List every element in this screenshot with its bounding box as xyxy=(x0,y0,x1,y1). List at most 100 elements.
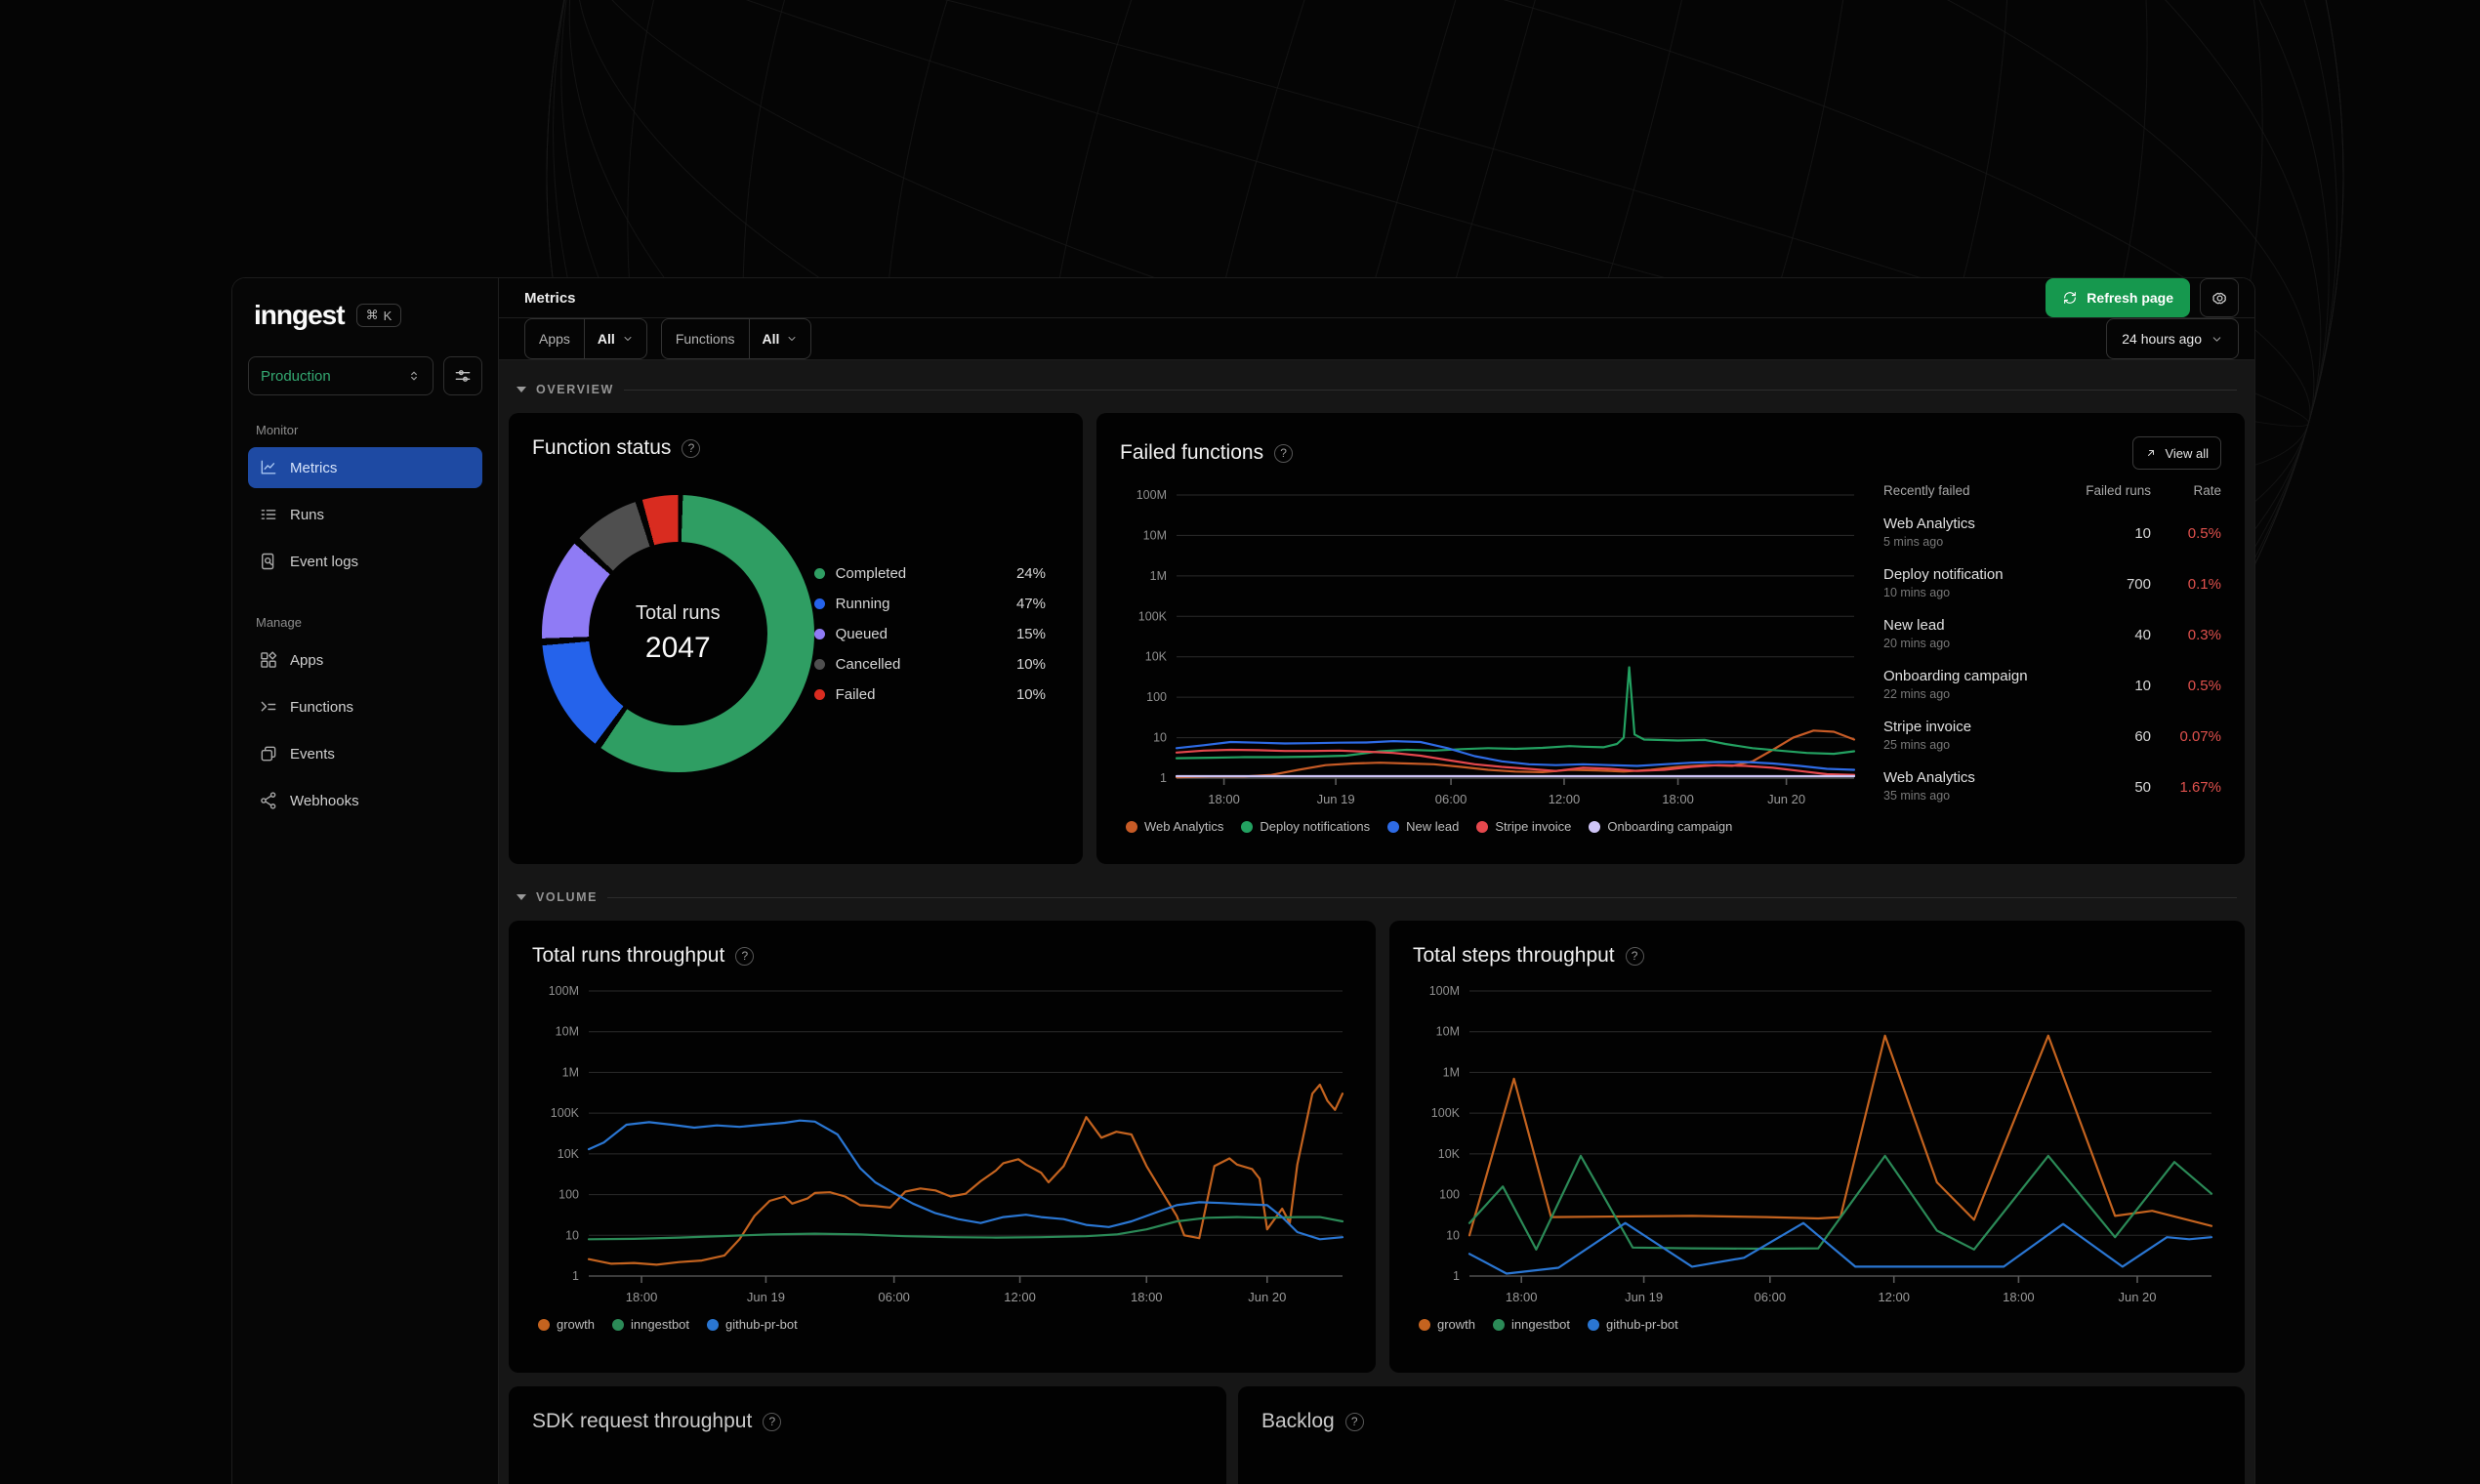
help-icon[interactable]: ? xyxy=(763,1412,782,1431)
failed-functions-legend: Web Analytics Deploy notifications New lea… xyxy=(1120,819,1864,834)
failed-functions-title: Failed functions xyxy=(1120,441,1264,464)
failed-runs-value: 40 xyxy=(2134,626,2151,643)
sidebar-item-runs[interactable]: Runs xyxy=(248,494,482,535)
recently-failed-row[interactable]: Web Analytics 5 mins ago 10 0.5% xyxy=(1883,508,2221,558)
view-all-button[interactable]: View all xyxy=(2132,436,2221,470)
sidebar-item-webhooks[interactable]: Webhooks xyxy=(248,780,482,821)
legend-dot xyxy=(538,1318,550,1331)
page-title: Metrics xyxy=(524,289,576,307)
chart-legend-item: github-pr-bot xyxy=(1588,1317,1678,1332)
sidebar-item-apps[interactable]: Apps xyxy=(248,639,482,680)
chart-line-icon xyxy=(261,460,276,474)
refresh-icon xyxy=(2064,292,2077,304)
status-legend-item: Completed 24% xyxy=(813,565,1046,582)
total-runs-label: Total runs xyxy=(635,602,721,624)
help-icon[interactable]: ? xyxy=(1344,1412,1364,1431)
svg-text:100M: 100M xyxy=(1137,488,1167,502)
failed-time: 5 mins ago xyxy=(1883,535,1944,549)
function-name[interactable]: Stripe invoice xyxy=(1883,719,1971,735)
help-icon[interactable]: ? xyxy=(1274,443,1294,463)
svg-text:10: 10 xyxy=(1446,1228,1460,1242)
overview-section-header[interactable]: OVERVIEW xyxy=(517,378,2237,401)
svg-text:10K: 10K xyxy=(558,1147,580,1161)
svg-text:18:00: 18:00 xyxy=(1662,792,1694,806)
svg-text:Jun 20: Jun 20 xyxy=(1767,792,1805,806)
chevron-up-down-icon xyxy=(411,371,417,381)
svg-text:100M: 100M xyxy=(549,984,579,998)
status-legend-item: Failed 10% xyxy=(813,686,1046,703)
refresh-page-button[interactable]: Refresh page xyxy=(2046,278,2190,317)
sidebar-item-metrics[interactable]: Metrics xyxy=(248,447,482,488)
svg-text:Jun 20: Jun 20 xyxy=(1248,1290,1286,1304)
function-name[interactable]: Web Analytics xyxy=(1883,515,1975,532)
function-status-title: Function status xyxy=(532,436,672,459)
failed-rate-value: 0.3% xyxy=(2187,626,2221,643)
backlog-card: Backlog ? xyxy=(1238,1386,2245,1484)
legend-dot xyxy=(1419,1318,1430,1331)
chevron-down-icon xyxy=(788,337,796,341)
recently-failed-row[interactable]: Onboarding campaign 22 mins ago 10 0.5% xyxy=(1883,660,2221,711)
legend-dot xyxy=(1476,820,1489,833)
total-runs-chart: 1 10 100 10K 100K 1M 10M 100M 18:00 Jun 19 06:00 12… xyxy=(532,977,1352,1309)
function-name[interactable]: Deploy notification xyxy=(1883,566,2004,583)
chart-legend-item: Onboarding campaign xyxy=(1589,819,1732,834)
collapse-triangle-icon xyxy=(517,894,526,900)
function-name[interactable]: Onboarding campaign xyxy=(1883,668,2028,684)
sidebar-item-functions[interactable]: Functions xyxy=(248,686,482,727)
sidebar-item-event-logs[interactable]: Event logs xyxy=(248,541,482,582)
sliders-icon xyxy=(455,370,471,382)
function-status-card: Function status ? Total runs 2047 Comple… xyxy=(509,413,1083,864)
total-runs-value: 2047 xyxy=(644,632,711,664)
functions-filter[interactable]: Functions All xyxy=(660,318,812,359)
recently-failed-row[interactable]: Web Analytics 35 mins ago 50 1.67% xyxy=(1883,762,2221,812)
apps-filter[interactable]: Apps All xyxy=(524,318,647,359)
status-legend-item: Queued 15% xyxy=(813,626,1046,642)
failed-time: 25 mins ago xyxy=(1883,738,1951,752)
functions-filter-label: Functions xyxy=(662,319,750,358)
failed-functions-chart: 1 10 100 10K 100K 1M 10M 100M 18:00 Jun 19 06:00 12… xyxy=(1120,481,1864,811)
command-k-shortcut[interactable]: ⌘ K xyxy=(355,304,402,327)
svg-text:18:00: 18:00 xyxy=(1131,1290,1163,1304)
settings-button[interactable] xyxy=(2200,278,2239,317)
sidebar-item-label: Events xyxy=(290,745,335,763)
function-name[interactable]: New lead xyxy=(1883,617,1945,634)
environment-selector[interactable]: Production xyxy=(248,356,434,395)
sdk-request-throughput-card: SDK request throughput ? xyxy=(509,1386,1226,1484)
svg-text:1M: 1M xyxy=(562,1065,579,1079)
top-bar: Metrics Refresh page xyxy=(499,278,2254,318)
svg-text:100M: 100M xyxy=(1429,984,1460,998)
svg-text:12:00: 12:00 xyxy=(1549,792,1581,806)
svg-text:1M: 1M xyxy=(1443,1065,1460,1079)
recently-failed-row[interactable]: New lead 20 mins ago 40 0.3% xyxy=(1883,609,2221,660)
recently-failed-row[interactable]: Deploy notification 10 mins ago 700 0.1% xyxy=(1883,558,2221,609)
environment-filter-button[interactable] xyxy=(443,356,482,395)
sidebar-item-events[interactable]: Events xyxy=(248,733,482,774)
svg-text:10M: 10M xyxy=(556,1025,579,1039)
function-status-donut: Total runs 2047 xyxy=(542,495,814,772)
help-icon[interactable]: ? xyxy=(1625,946,1644,966)
svg-text:100K: 100K xyxy=(551,1106,580,1120)
failed-time: 22 mins ago xyxy=(1883,687,1951,701)
svg-text:1: 1 xyxy=(1453,1269,1460,1283)
failed-time: 20 mins ago xyxy=(1883,637,1951,650)
chart-legend-item: github-pr-bot xyxy=(707,1317,798,1332)
volume-section-header[interactable]: VOLUME xyxy=(517,886,2237,909)
legend-dot xyxy=(813,567,825,579)
svg-text:10M: 10M xyxy=(1436,1025,1460,1039)
time-range-selector[interactable]: 24 hours ago xyxy=(2106,318,2239,359)
sidebar-item-label: Functions xyxy=(290,698,354,716)
help-icon[interactable]: ? xyxy=(682,438,701,458)
failed-runs-value: 10 xyxy=(2134,524,2151,542)
svg-text:10: 10 xyxy=(1153,731,1167,745)
function-name[interactable]: Web Analytics xyxy=(1883,769,1975,786)
recently-failed-row[interactable]: Stripe invoice 25 mins ago 60 0.07% xyxy=(1883,711,2221,762)
apps-filter-label: Apps xyxy=(525,319,585,358)
failed-time: 35 mins ago xyxy=(1883,789,1951,803)
function-list-icon xyxy=(261,701,276,712)
legend-dot xyxy=(707,1318,720,1331)
svg-text:12:00: 12:00 xyxy=(1004,1290,1036,1304)
legend-dot xyxy=(1241,820,1254,833)
help-icon[interactable]: ? xyxy=(735,946,755,966)
svg-text:10M: 10M xyxy=(1143,528,1167,542)
svg-text:1: 1 xyxy=(572,1269,579,1283)
